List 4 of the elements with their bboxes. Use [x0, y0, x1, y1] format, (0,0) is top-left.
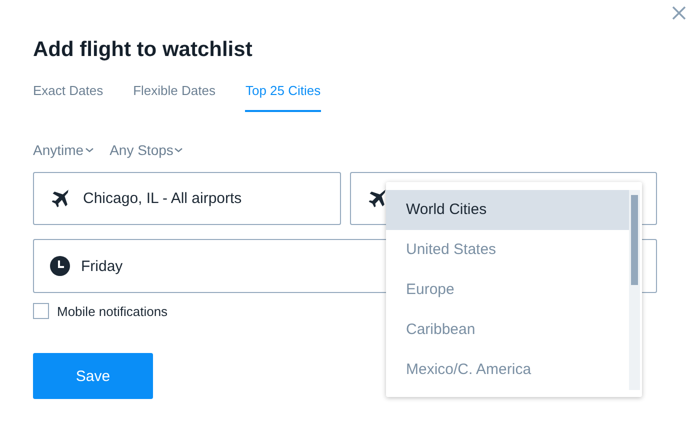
checkbox-label: Mobile notifications [57, 304, 168, 318]
dialog-title: Add flight to watchlist [33, 37, 254, 63]
field-value: Chicago, IL - All airports [83, 190, 242, 207]
field-value: Friday [81, 258, 123, 274]
